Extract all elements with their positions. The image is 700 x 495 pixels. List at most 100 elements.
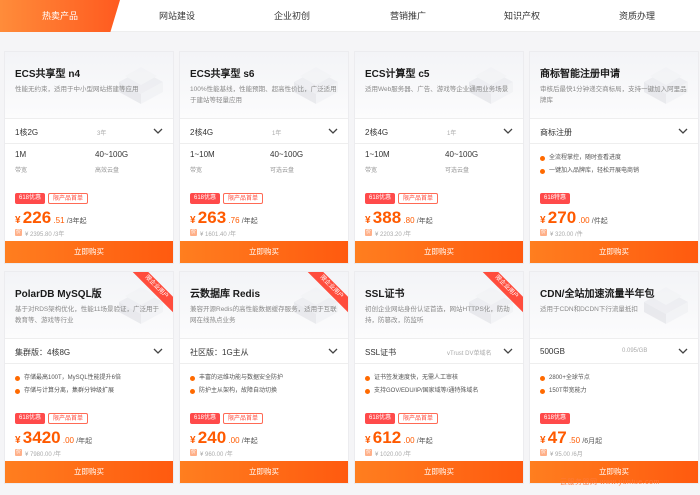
price-decimal: .00 xyxy=(62,436,74,445)
original-price-text: ¥ 95.00 /6月 xyxy=(550,452,583,458)
enterprise-ribbon: 限企业用户 xyxy=(129,272,173,316)
promo-badge: 618优惠 xyxy=(15,413,46,424)
price-unit: /年起 xyxy=(416,218,433,225)
original-price-text: ¥ 1020.00 /年 xyxy=(375,452,412,458)
tab-hot-products[interactable]: 热卖产品 xyxy=(0,0,120,32)
original-price: 价 ¥ 320.00 /件 xyxy=(540,229,583,238)
price-currency: ¥ xyxy=(365,215,371,226)
buy-now-button[interactable]: 立即购买 xyxy=(5,241,173,263)
product-description: 适用于CDN和DCDN下行流量抵扣 xyxy=(540,306,638,313)
tab-intellectual-property[interactable]: 知识产权 xyxy=(463,0,581,32)
price-unit: /年起 xyxy=(241,218,258,225)
ribbon-label: 限企业用户 xyxy=(479,272,523,315)
spec-label: 可选云盘 xyxy=(270,168,295,174)
chevron-down-icon xyxy=(678,128,688,134)
spec-select-duration: 1年 xyxy=(272,131,282,137)
spec-select[interactable]: 商标注册 xyxy=(530,118,698,144)
product-title: ECS计算型 c5 xyxy=(365,69,430,80)
first-order-badge: 限产品首单 xyxy=(48,413,89,424)
price: ¥ 240 .00 /年起 xyxy=(190,428,258,448)
original-price: 价 ¥ 960.00 /年 xyxy=(190,449,233,458)
feature-list: 2800+全球节点 150T带宽能力 xyxy=(540,372,590,398)
spec-select[interactable]: SSL证书 vTrust DV单域名 xyxy=(355,338,523,364)
tab-startup[interactable]: 企业初创 xyxy=(233,0,351,32)
spec-select[interactable]: 500GB 0.095/GB xyxy=(530,338,698,364)
spec-select-duration: vTrust DV单域名 xyxy=(447,351,492,357)
buy-now-button[interactable]: 立即购买 xyxy=(355,461,523,483)
price-unit: /6月起 xyxy=(582,438,603,445)
price-currency: ¥ xyxy=(540,435,546,446)
spec-label: 带宽 xyxy=(15,168,28,174)
spec-value: 1~10M xyxy=(190,150,215,159)
product-card: ECS共享型 n4 性能无约束，适用于中小型网站搭建等应用 1核2G 3年 1M… xyxy=(4,51,174,264)
feature-item: 150T带宽能力 xyxy=(540,385,590,398)
price-decimal: .00 xyxy=(578,216,590,225)
spec-label: 带宽 xyxy=(365,168,378,174)
ribbon-label: 限企业用户 xyxy=(129,272,173,315)
price: ¥ 612 .00 /年起 xyxy=(365,428,433,448)
promo-badge: 618优惠 xyxy=(365,413,396,424)
product-card: CDN/全站加速流量半年包 适用于CDN和DCDN下行流量抵扣 500GB 0.… xyxy=(529,271,699,484)
price-integer: 263 xyxy=(197,208,227,227)
chevron-down-icon xyxy=(503,128,513,134)
spec-select-value: 500GB xyxy=(540,347,565,356)
product-title: PolarDB MySQL版 xyxy=(15,289,102,300)
chevron-down-icon xyxy=(153,128,163,134)
first-order-badge: 限产品首单 xyxy=(398,413,439,424)
price-decimal: .00 xyxy=(403,436,415,445)
category-tab-bar: 热卖产品 网站建设 企业初创 营销推广 知识产权 资质办理 xyxy=(0,0,700,32)
spec-value: 1~10M xyxy=(365,150,390,159)
product-card: PolarDB MySQL版 基于对RDS架构优化，性能11场景验证，广泛用于教… xyxy=(4,271,174,484)
price-integer: 3420 xyxy=(22,428,61,447)
promo-badge: 618优惠 xyxy=(540,413,571,424)
price: ¥ 47 .50 /6月起 xyxy=(540,428,602,448)
price-integer: 270 xyxy=(547,208,577,227)
spec-select[interactable]: 2核4G 1年 xyxy=(180,118,348,144)
enterprise-ribbon: 限企业用户 xyxy=(479,272,523,316)
enterprise-ribbon: 限企业用户 xyxy=(304,272,348,316)
spec-select[interactable]: 集群版：4核8G xyxy=(5,338,173,364)
first-order-badge: 限产品首单 xyxy=(223,193,264,204)
product-title: CDN/全站加速流量半年包 xyxy=(540,289,655,300)
promo-badges: 618优惠 限产品首单 xyxy=(190,193,266,204)
promo-badge: 618优惠 xyxy=(190,193,221,204)
buy-now-button[interactable]: 立即购买 xyxy=(5,461,173,483)
spec-value: 40~100G xyxy=(445,150,479,159)
tab-website-building[interactable]: 网站建设 xyxy=(118,0,236,32)
original-price: 价 ¥ 1601.40 /年 xyxy=(190,229,236,238)
spec-label: 高效云盘 xyxy=(95,168,120,174)
tab-marketing[interactable]: 营销推广 xyxy=(349,0,467,32)
product-card: ECS计算型 c5 适用Web服务器、广告、游戏等企业通用业务场景 2核4G 1… xyxy=(354,51,524,264)
original-price-icon: 价 xyxy=(15,229,22,236)
buy-now-button[interactable]: 立即购买 xyxy=(180,241,348,263)
original-price-icon: 价 xyxy=(540,229,547,236)
original-price-text: ¥ 960.00 /年 xyxy=(200,452,233,458)
price-unit: /件起 xyxy=(591,218,608,225)
buy-now-button[interactable]: 立即购买 xyxy=(180,461,348,483)
price-currency: ¥ xyxy=(190,215,196,226)
original-price-icon: 价 xyxy=(365,449,372,456)
original-price-icon: 价 xyxy=(15,449,22,456)
price-integer: 240 xyxy=(197,428,227,447)
feature-list: 丰富的运维功能与数据安全防护 防护主从架构，故障自动切换 xyxy=(190,372,283,398)
promo-badges: 618优惠 限产品首单 xyxy=(365,413,441,424)
price-unit: /3年起 xyxy=(66,218,87,225)
product-description: 适用Web服务器、广告、游戏等企业通用业务场景 xyxy=(365,86,509,93)
price-unit: /年起 xyxy=(241,438,258,445)
feature-item: 丰富的运维功能与数据安全防护 xyxy=(190,372,283,385)
chevron-down-icon xyxy=(328,348,338,354)
original-price: 价 ¥ 2203.20 /年 xyxy=(365,229,411,238)
spec-select[interactable]: 社区版：1G主从 xyxy=(180,338,348,364)
spec-select[interactable]: 2核4G 1年 xyxy=(355,118,523,144)
buy-now-button[interactable]: 立即购买 xyxy=(355,241,523,263)
product-title: SSL证书 xyxy=(365,289,405,300)
spec-select-value: 集群版：4核8G xyxy=(15,348,71,357)
promo-badge: 618优惠 xyxy=(15,193,46,204)
buy-now-button[interactable]: 立即购买 xyxy=(530,241,698,263)
spec-select-duration: 3年 xyxy=(97,131,107,137)
tab-qualification[interactable]: 资质办理 xyxy=(578,0,696,32)
spec-select[interactable]: 1核2G 3年 xyxy=(5,118,173,144)
original-price-icon: 价 xyxy=(540,449,547,456)
price: ¥ 270 .00 /件起 xyxy=(540,208,608,228)
spec-select-value: 2核4G xyxy=(365,128,389,137)
